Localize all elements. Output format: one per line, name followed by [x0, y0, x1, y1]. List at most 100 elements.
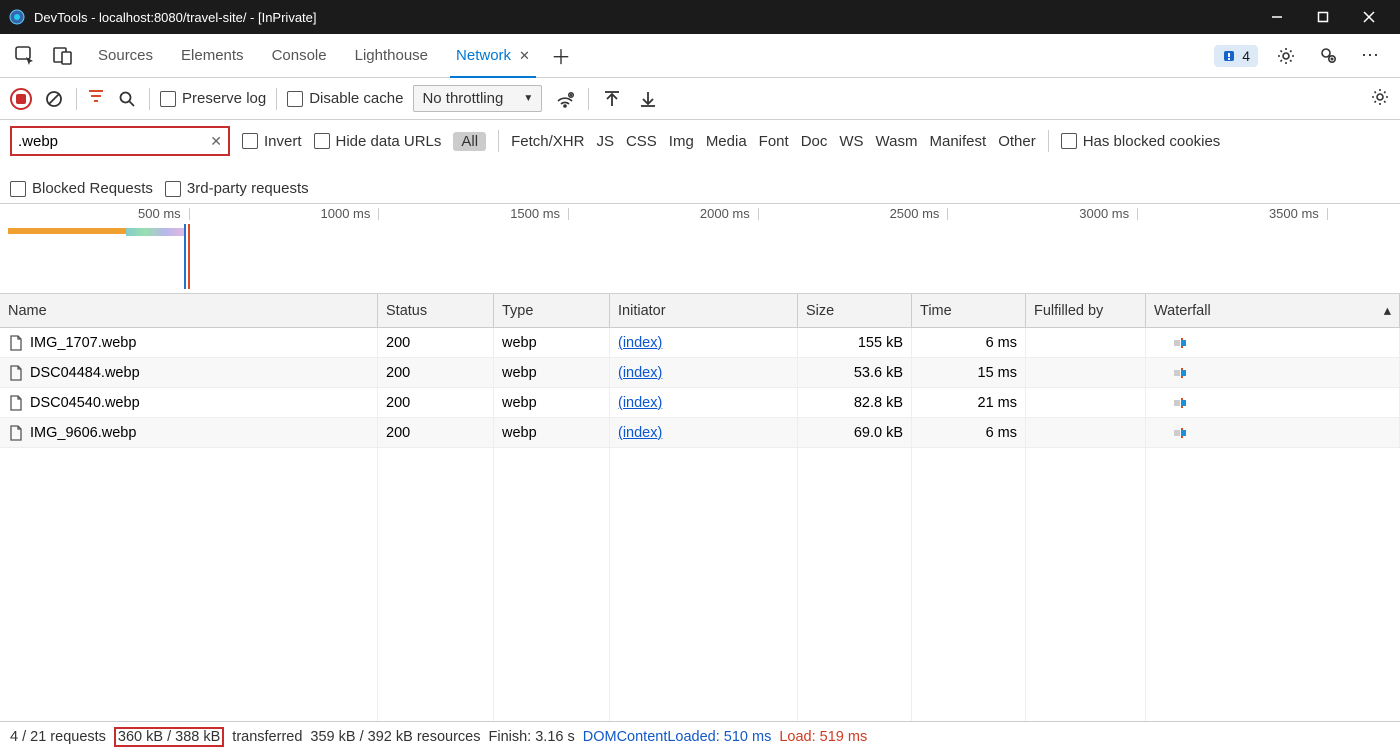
- invert-label: Invert: [264, 133, 302, 150]
- cell-name: DSC04540.webp: [30, 395, 140, 411]
- network-timeline[interactable]: 500 ms 1000 ms 1500 ms 2000 ms 2500 ms 3…: [0, 204, 1400, 294]
- col-waterfall-label: Waterfall: [1154, 303, 1211, 319]
- cell-size: 155 kB: [798, 328, 912, 357]
- cell-waterfall: [1146, 418, 1400, 447]
- cell-waterfall: [1146, 328, 1400, 357]
- timeline-tick: 2000 ms: [569, 208, 759, 220]
- divider: [76, 88, 77, 110]
- tab-lighthouse[interactable]: Lighthouse: [341, 34, 442, 78]
- cell-type: webp: [494, 388, 610, 417]
- col-time[interactable]: Time: [912, 294, 1026, 327]
- divider: [276, 88, 277, 110]
- sort-indicator-icon: ▴: [1384, 303, 1391, 319]
- table-row[interactable]: DSC04484.webp200webp(index)53.6 kB15 ms: [0, 358, 1400, 388]
- preserve-log-checkbox[interactable]: Preserve log: [160, 90, 266, 107]
- window-titlebar: DevTools - localhost:8080/travel-site/ -…: [0, 0, 1400, 34]
- cell-type: webp: [494, 358, 610, 387]
- settings-gear-icon[interactable]: [1272, 46, 1300, 66]
- hide-data-urls-checkbox[interactable]: Hide data URLs: [314, 133, 442, 150]
- filter-type-all[interactable]: All: [453, 132, 486, 151]
- cell-waterfall: [1146, 358, 1400, 387]
- cell-initiator-link[interactable]: (index): [618, 335, 662, 351]
- tab-sources[interactable]: Sources: [84, 34, 167, 78]
- divider: [149, 88, 150, 110]
- table-row[interactable]: DSC04540.webp200webp(index)82.8 kB21 ms: [0, 388, 1400, 418]
- filter-type-fetch[interactable]: Fetch/XHR: [511, 133, 584, 150]
- throttling-value: No throttling: [422, 90, 503, 107]
- cell-type: webp: [494, 418, 610, 447]
- more-menu-icon[interactable]: ⋯: [1356, 45, 1384, 66]
- search-icon[interactable]: [115, 90, 139, 108]
- preserve-log-label: Preserve log: [182, 90, 266, 107]
- clear-filter-icon[interactable]: ✕: [210, 133, 222, 150]
- cell-name: IMG_9606.webp: [30, 425, 136, 441]
- issues-button[interactable]: 4: [1214, 45, 1258, 67]
- col-waterfall[interactable]: Waterfall ▴: [1146, 294, 1400, 327]
- chevron-down-icon: ▼: [523, 93, 533, 104]
- issues-count: 4: [1242, 48, 1250, 64]
- network-conditions-icon[interactable]: [552, 89, 578, 109]
- filter-type-img[interactable]: Img: [669, 133, 694, 150]
- filter-type-media[interactable]: Media: [706, 133, 747, 150]
- disable-cache-label: Disable cache: [309, 90, 403, 107]
- divider: [1048, 130, 1049, 152]
- cell-initiator-link[interactable]: (index): [618, 365, 662, 381]
- tab-elements[interactable]: Elements: [167, 34, 258, 78]
- filter-type-font[interactable]: Font: [759, 133, 789, 150]
- filter-toggle-icon[interactable]: [87, 87, 105, 110]
- filter-type-wasm[interactable]: Wasm: [876, 133, 918, 150]
- disable-cache-checkbox[interactable]: Disable cache: [287, 90, 403, 107]
- tab-network[interactable]: Network ✕: [442, 34, 544, 78]
- invert-checkbox[interactable]: Invert: [242, 133, 302, 150]
- export-har-icon[interactable]: [635, 90, 661, 108]
- add-tab-button[interactable]: ＋: [544, 39, 578, 73]
- col-name[interactable]: Name: [0, 294, 378, 327]
- tab-console[interactable]: Console: [258, 34, 341, 78]
- divider: [588, 88, 589, 110]
- filter-type-other[interactable]: Other: [998, 133, 1036, 150]
- status-finish: Finish: 3.16 s: [489, 729, 575, 745]
- blocked-cookies-label: Has blocked cookies: [1083, 133, 1221, 150]
- window-minimize-button[interactable]: [1254, 0, 1300, 34]
- filter-type-manifest[interactable]: Manifest: [930, 133, 987, 150]
- filter-text-input[interactable]: [18, 133, 188, 150]
- third-party-checkbox[interactable]: 3rd-party requests: [165, 180, 309, 197]
- timeline-tick: 3000 ms: [948, 208, 1138, 220]
- throttling-select[interactable]: No throttling ▼: [413, 85, 542, 112]
- blocked-cookies-checkbox[interactable]: Has blocked cookies: [1061, 133, 1221, 150]
- table-row[interactable]: IMG_9606.webp200webp(index)69.0 kB6 ms: [0, 418, 1400, 448]
- window-maximize-button[interactable]: [1300, 0, 1346, 34]
- cell-size: 82.8 kB: [798, 388, 912, 417]
- window-title: DevTools - localhost:8080/travel-site/ -…: [34, 10, 317, 25]
- feedback-icon[interactable]: [1314, 46, 1342, 66]
- col-status[interactable]: Status: [378, 294, 494, 327]
- cell-waterfall: [1146, 388, 1400, 417]
- cell-initiator-link[interactable]: (index): [618, 395, 662, 411]
- col-fulfilled-by[interactable]: Fulfilled by: [1026, 294, 1146, 327]
- cell-size: 69.0 kB: [798, 418, 912, 447]
- filter-type-ws[interactable]: WS: [839, 133, 863, 150]
- clear-button[interactable]: [42, 89, 66, 109]
- filter-type-css[interactable]: CSS: [626, 133, 657, 150]
- file-icon: [8, 365, 24, 381]
- table-row[interactable]: IMG_1707.webp200webp(index)155 kB6 ms: [0, 328, 1400, 358]
- cell-initiator-link[interactable]: (index): [618, 425, 662, 441]
- inspect-element-icon[interactable]: [8, 39, 42, 73]
- close-icon[interactable]: ✕: [519, 48, 530, 64]
- blocked-requests-checkbox[interactable]: Blocked Requests: [10, 180, 153, 197]
- timeline-load-marker: [188, 224, 190, 289]
- import-har-icon[interactable]: [599, 90, 625, 108]
- col-type[interactable]: Type: [494, 294, 610, 327]
- device-toolbar-icon[interactable]: [46, 39, 80, 73]
- file-icon: [8, 335, 24, 351]
- record-button[interactable]: [10, 88, 32, 110]
- timeline-tick: 2500 ms: [759, 208, 949, 220]
- filter-type-js[interactable]: JS: [596, 133, 614, 150]
- cell-status: 200: [378, 388, 494, 417]
- col-initiator[interactable]: Initiator: [610, 294, 798, 327]
- network-settings-gear-icon[interactable]: [1370, 87, 1390, 111]
- window-close-button[interactable]: [1346, 0, 1392, 34]
- filter-type-doc[interactable]: Doc: [801, 133, 828, 150]
- hide-data-urls-label: Hide data URLs: [336, 133, 442, 150]
- col-size[interactable]: Size: [798, 294, 912, 327]
